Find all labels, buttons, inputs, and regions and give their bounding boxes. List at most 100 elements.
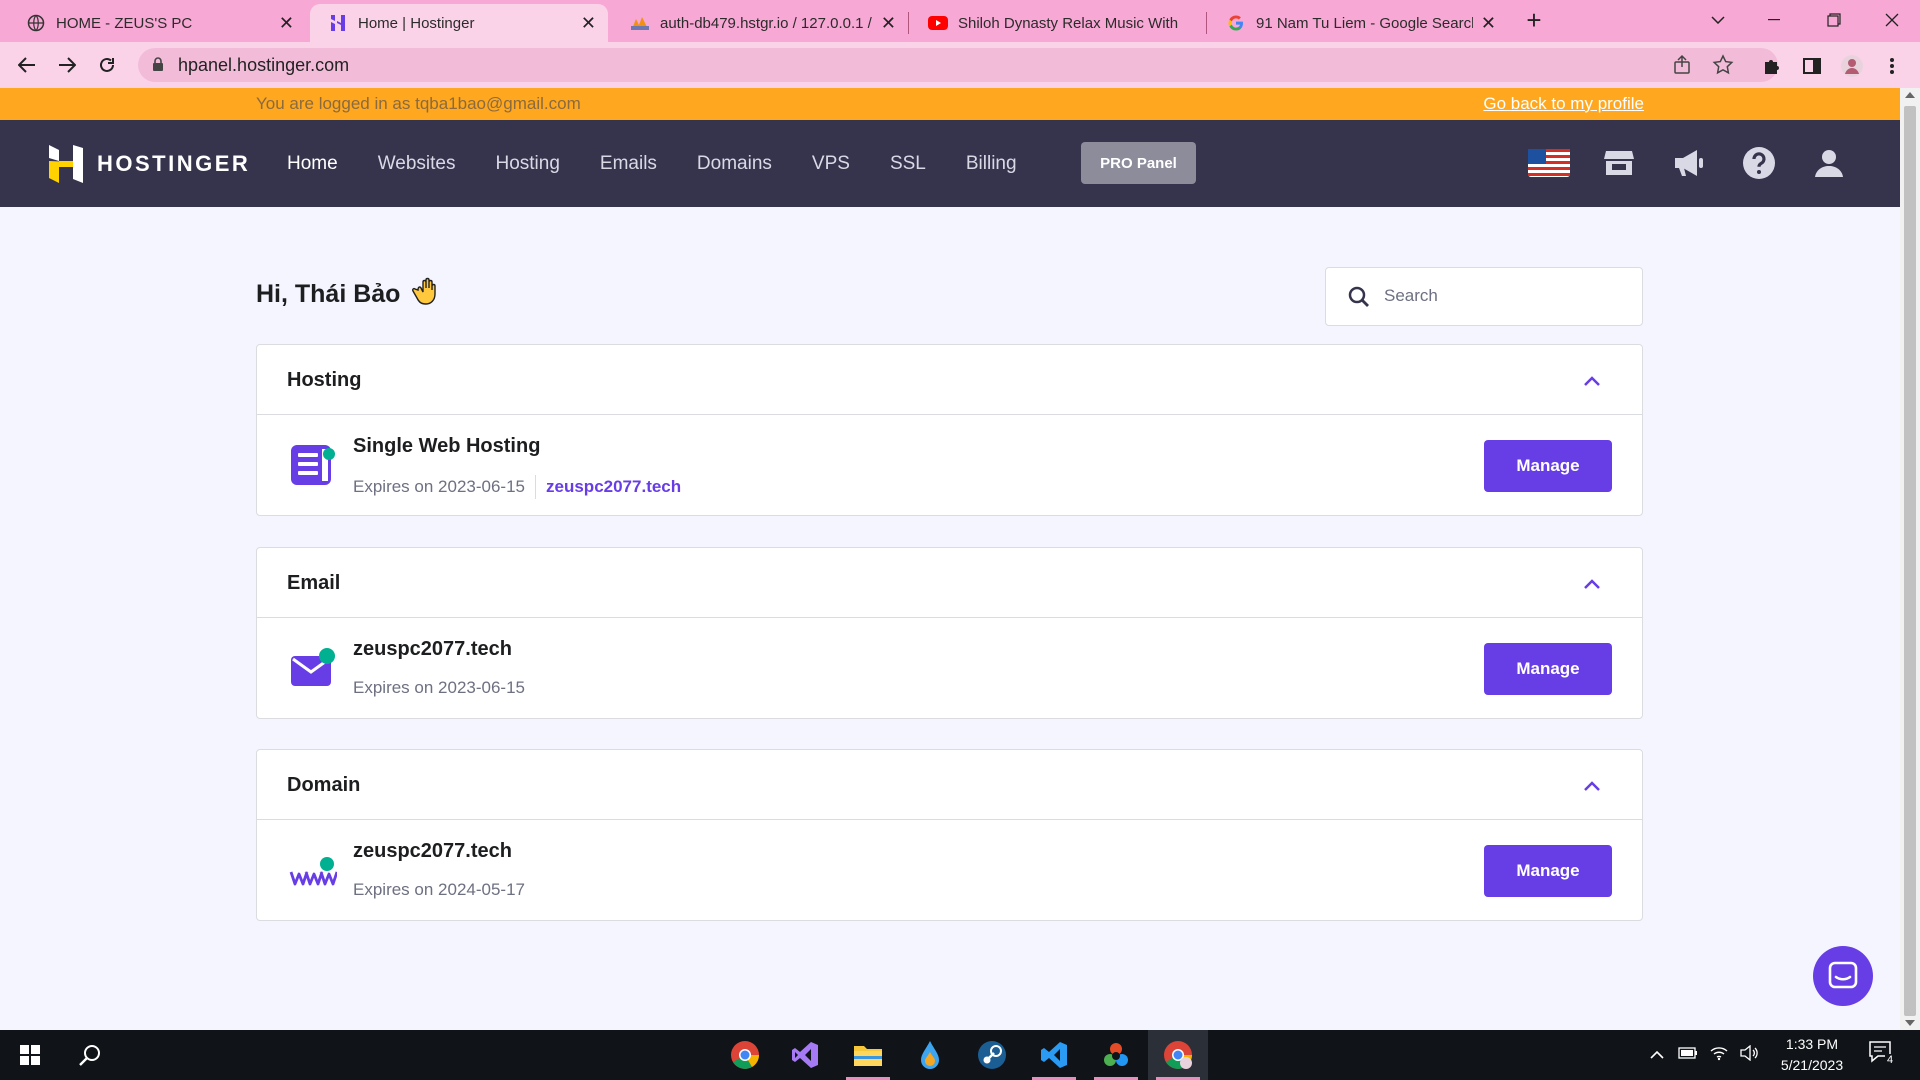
back-to-profile-link[interactable]: Go back to my profile: [1483, 94, 1644, 114]
nav-link-websites[interactable]: Websites: [378, 153, 456, 175]
bookmark-star-icon[interactable]: [1712, 54, 1734, 76]
expiry-date: Expires on 2023-06-15: [353, 678, 526, 697]
address-bar[interactable]: hpanel.hostinger.com: [138, 48, 1778, 82]
share-icon[interactable]: [1672, 54, 1694, 76]
hosting-card-header[interactable]: Hosting: [257, 345, 1642, 415]
nav-link-emails[interactable]: Emails: [600, 153, 657, 175]
taskbar-clock[interactable]: 1:33 PM 5/21/2023: [1762, 1034, 1862, 1076]
chevron-up-icon[interactable]: [1584, 778, 1600, 796]
email-item: zeuspc2077.tech Expires on 2023-06-15 Ma…: [257, 618, 1642, 718]
nav-link-domains[interactable]: Domains: [697, 153, 772, 175]
minimize-button[interactable]: [1746, 0, 1802, 40]
us-flag-icon[interactable]: [1526, 140, 1572, 186]
chevron-up-icon[interactable]: [1650, 1046, 1664, 1064]
hostinger-logo[interactable]: HOSTINGER: [49, 145, 250, 183]
chrome-menu-icon[interactable]: [1880, 54, 1904, 78]
battery-icon[interactable]: [1678, 1046, 1698, 1064]
domain-card-header[interactable]: Domain: [257, 750, 1642, 820]
logged-in-notice: You are logged in as tqba1bao@gmail.com: [256, 94, 581, 113]
tab-divider: [908, 12, 909, 34]
nav-link-home[interactable]: Home: [287, 153, 338, 175]
notification-count: 4: [1885, 1054, 1896, 1066]
main-navigation: HOSTINGER Home Websites Hosting Emails D…: [0, 120, 1900, 207]
reload-button[interactable]: [92, 50, 122, 80]
browser-tab-hostinger[interactable]: Home | Hostinger ✕: [310, 4, 608, 42]
hostinger-logo-icon: [49, 145, 83, 183]
volume-icon[interactable]: [1740, 1044, 1760, 1066]
store-icon[interactable]: [1596, 140, 1642, 186]
file-explorer-icon[interactable]: [838, 1030, 898, 1080]
chrome-profile-icon[interactable]: [1148, 1030, 1208, 1080]
close-icon[interactable]: ✕: [581, 13, 596, 34]
hostinger-icon: [328, 13, 348, 33]
chrome-icon[interactable]: [715, 1030, 775, 1080]
email-card: Email zeuspc2077.tech Expires on 2023-06…: [256, 547, 1643, 719]
browser-tab-strip: HOME - ZEUS'S PC ✕ Home | Hostinger ✕ au…: [0, 0, 1920, 42]
restore-button[interactable]: [1806, 0, 1862, 40]
nav-link-vps[interactable]: VPS: [812, 153, 850, 175]
vscode-icon[interactable]: [1024, 1030, 1084, 1080]
page-scrollbar[interactable]: [1900, 88, 1920, 1030]
notification-center-icon[interactable]: 4: [1868, 1040, 1898, 1070]
domain-item: zeuspc2077.tech Expires on 2024-05-17 Ma…: [257, 820, 1642, 920]
chevron-up-icon[interactable]: [1584, 373, 1600, 391]
manage-email-button[interactable]: Manage: [1484, 643, 1612, 695]
hosting-server-icon: [289, 441, 337, 489]
megaphone-icon[interactable]: [1666, 140, 1712, 186]
greeting-heading: Hi, Thái Bảo: [256, 276, 440, 313]
meta-divider: [535, 475, 537, 499]
help-icon[interactable]: [1736, 140, 1782, 186]
extensions-puzzle-icon[interactable]: [1760, 54, 1784, 78]
brand-name: HOSTINGER: [97, 151, 251, 176]
tab-search-chevron-icon[interactable]: [1690, 0, 1746, 40]
manage-domain-button[interactable]: Manage: [1484, 845, 1612, 897]
waving-hand-icon: [410, 276, 440, 313]
close-window-button[interactable]: [1864, 0, 1920, 40]
manage-hosting-button[interactable]: Manage: [1484, 440, 1612, 492]
scroll-down-icon[interactable]: [1905, 1020, 1915, 1026]
browser-tab-phpmyadmin[interactable]: auth-db479.hstgr.io / 127.0.0.1 / ✕: [612, 4, 908, 42]
start-button[interactable]: [0, 1030, 60, 1080]
item-meta: Expires on 2023-06-15: [353, 678, 525, 698]
card-title: Domain: [287, 774, 361, 796]
new-tab-button[interactable]: +: [1520, 5, 1548, 35]
item-title: zeuspc2077.tech: [353, 840, 512, 862]
browser-tab-youtube[interactable]: Shiloh Dynasty Relax Music With: [910, 4, 1206, 42]
impersonation-bar: You are logged in as tqba1bao@gmail.com …: [0, 88, 1900, 120]
www-domain-icon: [289, 846, 339, 894]
close-icon[interactable]: ✕: [881, 13, 896, 34]
scrollbar-thumb[interactable]: [1904, 106, 1916, 1016]
domain-link[interactable]: zeuspc2077.tech: [546, 477, 681, 497]
email-card-header[interactable]: Email: [257, 548, 1642, 618]
pro-panel-button[interactable]: PRO Panel: [1081, 142, 1196, 184]
search-input[interactable]: Search: [1325, 267, 1643, 326]
chevron-up-icon[interactable]: [1584, 576, 1600, 594]
clock-date: 5/21/2023: [1780, 1057, 1844, 1073]
expiry-date: Expires on 2023-06-15: [353, 477, 526, 496]
item-title: zeuspc2077.tech: [353, 638, 512, 660]
davinci-resolve-icon[interactable]: [1086, 1030, 1146, 1080]
browser-toolbar: hpanel.hostinger.com: [0, 42, 1920, 88]
close-icon[interactable]: ✕: [279, 13, 294, 34]
tab-title: Home | Hostinger: [358, 14, 475, 32]
search-taskbar-button[interactable]: [60, 1030, 120, 1080]
drop-app-icon[interactable]: [900, 1030, 960, 1080]
back-button[interactable]: [12, 50, 42, 80]
browser-tab-google[interactable]: 91 Nam Tu Liem - Google Search ✕: [1208, 4, 1508, 42]
nav-link-billing[interactable]: Billing: [966, 153, 1017, 175]
wifi-icon[interactable]: [1710, 1045, 1728, 1066]
browser-tab-home-zeus[interactable]: HOME - ZEUS'S PC ✕: [8, 4, 306, 42]
close-icon[interactable]: ✕: [1481, 13, 1496, 34]
user-icon[interactable]: [1806, 140, 1852, 186]
nav-link-ssl[interactable]: SSL: [890, 153, 926, 175]
url-text: hpanel.hostinger.com: [178, 54, 350, 75]
item-meta: Expires on 2024-05-17: [353, 880, 525, 900]
live-chat-button[interactable]: [1813, 946, 1873, 1006]
scroll-up-icon[interactable]: [1905, 92, 1915, 98]
forward-button[interactable]: [52, 50, 82, 80]
steam-icon[interactable]: [962, 1030, 1022, 1080]
side-panel-icon[interactable]: [1800, 54, 1824, 78]
nav-link-hosting[interactable]: Hosting: [495, 153, 559, 175]
profile-avatar[interactable]: [1840, 54, 1864, 78]
visual-studio-icon[interactable]: [775, 1030, 835, 1080]
